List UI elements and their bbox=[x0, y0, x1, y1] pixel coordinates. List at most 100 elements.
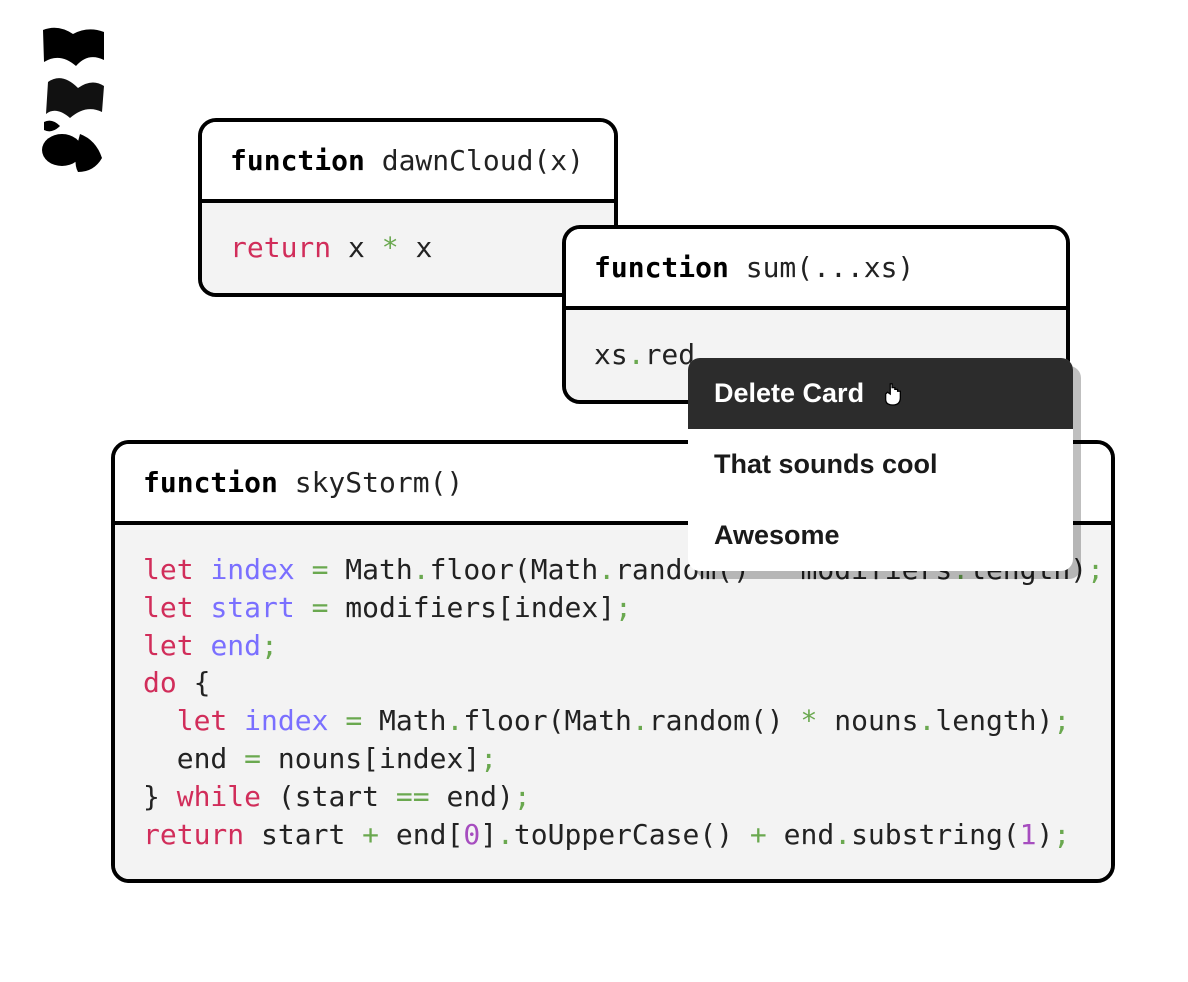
code-token: . bbox=[628, 338, 645, 371]
code-token: do bbox=[143, 666, 177, 699]
code-token bbox=[328, 704, 345, 737]
code-token: = bbox=[312, 591, 329, 624]
code-token: start bbox=[210, 591, 294, 624]
code-token bbox=[733, 818, 750, 851]
app-logo bbox=[38, 22, 110, 187]
code-token: x bbox=[331, 231, 382, 264]
code-token: ; bbox=[261, 629, 278, 662]
pointer-cursor-icon bbox=[882, 381, 904, 407]
code-token: xs bbox=[594, 338, 628, 371]
code-token bbox=[295, 553, 312, 586]
code-token: . bbox=[598, 553, 615, 586]
code-token: + bbox=[362, 818, 379, 851]
code-token: start bbox=[295, 780, 396, 813]
code-token: . bbox=[446, 704, 463, 737]
code-token: let bbox=[177, 704, 228, 737]
code-token bbox=[227, 704, 244, 737]
code-token: Math bbox=[362, 704, 446, 737]
card-header: function sum(...xs) bbox=[566, 229, 1066, 310]
code-token: end bbox=[767, 818, 834, 851]
code-token: index bbox=[210, 553, 294, 586]
code-token: [ bbox=[446, 818, 463, 851]
code-token: end bbox=[143, 742, 244, 775]
code-token: index bbox=[244, 704, 328, 737]
code-token: ; bbox=[615, 591, 632, 624]
code-token: = bbox=[244, 742, 261, 775]
code-token: [ bbox=[497, 591, 514, 624]
code-token: } bbox=[143, 780, 177, 813]
code-token: ) bbox=[1037, 818, 1054, 851]
card-header: function dawnCloud(x) bbox=[202, 122, 614, 203]
code-token: = bbox=[345, 704, 362, 737]
context-menu-item[interactable]: Delete Card bbox=[688, 358, 1073, 429]
code-token: x bbox=[399, 231, 433, 264]
code-token bbox=[295, 591, 312, 624]
code-token: random bbox=[649, 704, 750, 737]
code-token: while bbox=[177, 780, 261, 813]
code-token: ( bbox=[514, 553, 531, 586]
code-token: * bbox=[801, 704, 818, 737]
code-token: floor bbox=[463, 704, 547, 737]
function-signature: sum(...xs) bbox=[729, 251, 914, 284]
code-token: { bbox=[177, 666, 211, 699]
card-body[interactable]: let index = Math.floor(Math.random() * m… bbox=[115, 525, 1111, 879]
code-token: + bbox=[750, 818, 767, 851]
code-token: . bbox=[919, 704, 936, 737]
code-token: nouns bbox=[817, 704, 918, 737]
context-menu-item-label: Delete Card bbox=[714, 378, 864, 409]
keyword-function: function bbox=[594, 251, 729, 284]
code-token: ( bbox=[261, 780, 295, 813]
code-token: nouns bbox=[261, 742, 362, 775]
code-token: * bbox=[382, 231, 399, 264]
code-token: 1 bbox=[1020, 818, 1037, 851]
code-token: let bbox=[143, 591, 194, 624]
code-token: ; bbox=[514, 780, 531, 813]
code-token: ) bbox=[1037, 704, 1054, 737]
code-token: floor bbox=[430, 553, 514, 586]
code-token: end bbox=[430, 780, 497, 813]
code-token: toUpperCase bbox=[514, 818, 699, 851]
code-token bbox=[143, 704, 177, 737]
code-token: index bbox=[514, 591, 598, 624]
code-token bbox=[194, 553, 211, 586]
function-signature: dawnCloud(x) bbox=[365, 144, 584, 177]
code-card-dawncloud[interactable]: function dawnCloud(x) return x * x bbox=[198, 118, 618, 297]
code-token: [ bbox=[362, 742, 379, 775]
context-menu-item-label: Awesome bbox=[714, 520, 840, 551]
code-token: . bbox=[632, 704, 649, 737]
code-token: . bbox=[834, 818, 851, 851]
keyword-function: function bbox=[143, 466, 278, 499]
code-token: return bbox=[230, 231, 331, 264]
context-menu-item[interactable]: Awesome bbox=[688, 500, 1073, 571]
context-menu-item[interactable]: That sounds cool bbox=[688, 429, 1073, 500]
code-token: length bbox=[935, 704, 1036, 737]
code-token: start bbox=[244, 818, 362, 851]
code-token: ; bbox=[1053, 818, 1070, 851]
code-token: ( bbox=[1003, 818, 1020, 851]
code-token: ; bbox=[1087, 553, 1104, 586]
code-token: . bbox=[413, 553, 430, 586]
code-token: let bbox=[143, 553, 194, 586]
code-token: ; bbox=[1053, 704, 1070, 737]
code-token: ; bbox=[480, 742, 497, 775]
code-token: ( bbox=[548, 704, 565, 737]
code-token: end bbox=[379, 818, 446, 851]
card-body[interactable]: return x * x bbox=[202, 203, 614, 293]
code-token: end bbox=[210, 629, 261, 662]
code-token: ] bbox=[480, 818, 497, 851]
context-menu-item-label: That sounds cool bbox=[714, 449, 938, 480]
code-token: substring bbox=[851, 818, 1003, 851]
code-token bbox=[194, 629, 211, 662]
code-token: index bbox=[379, 742, 463, 775]
code-token: let bbox=[143, 629, 194, 662]
code-token: ] bbox=[598, 591, 615, 624]
code-token: Math bbox=[564, 704, 631, 737]
code-token: 0 bbox=[463, 818, 480, 851]
code-token: = bbox=[312, 553, 329, 586]
function-signature: skyStorm() bbox=[278, 466, 463, 499]
code-token: == bbox=[396, 780, 430, 813]
context-menu[interactable]: Delete Card That sounds cool Awesome bbox=[688, 358, 1073, 571]
code-token: modifiers bbox=[328, 591, 497, 624]
code-token bbox=[194, 591, 211, 624]
code-token: ] bbox=[463, 742, 480, 775]
